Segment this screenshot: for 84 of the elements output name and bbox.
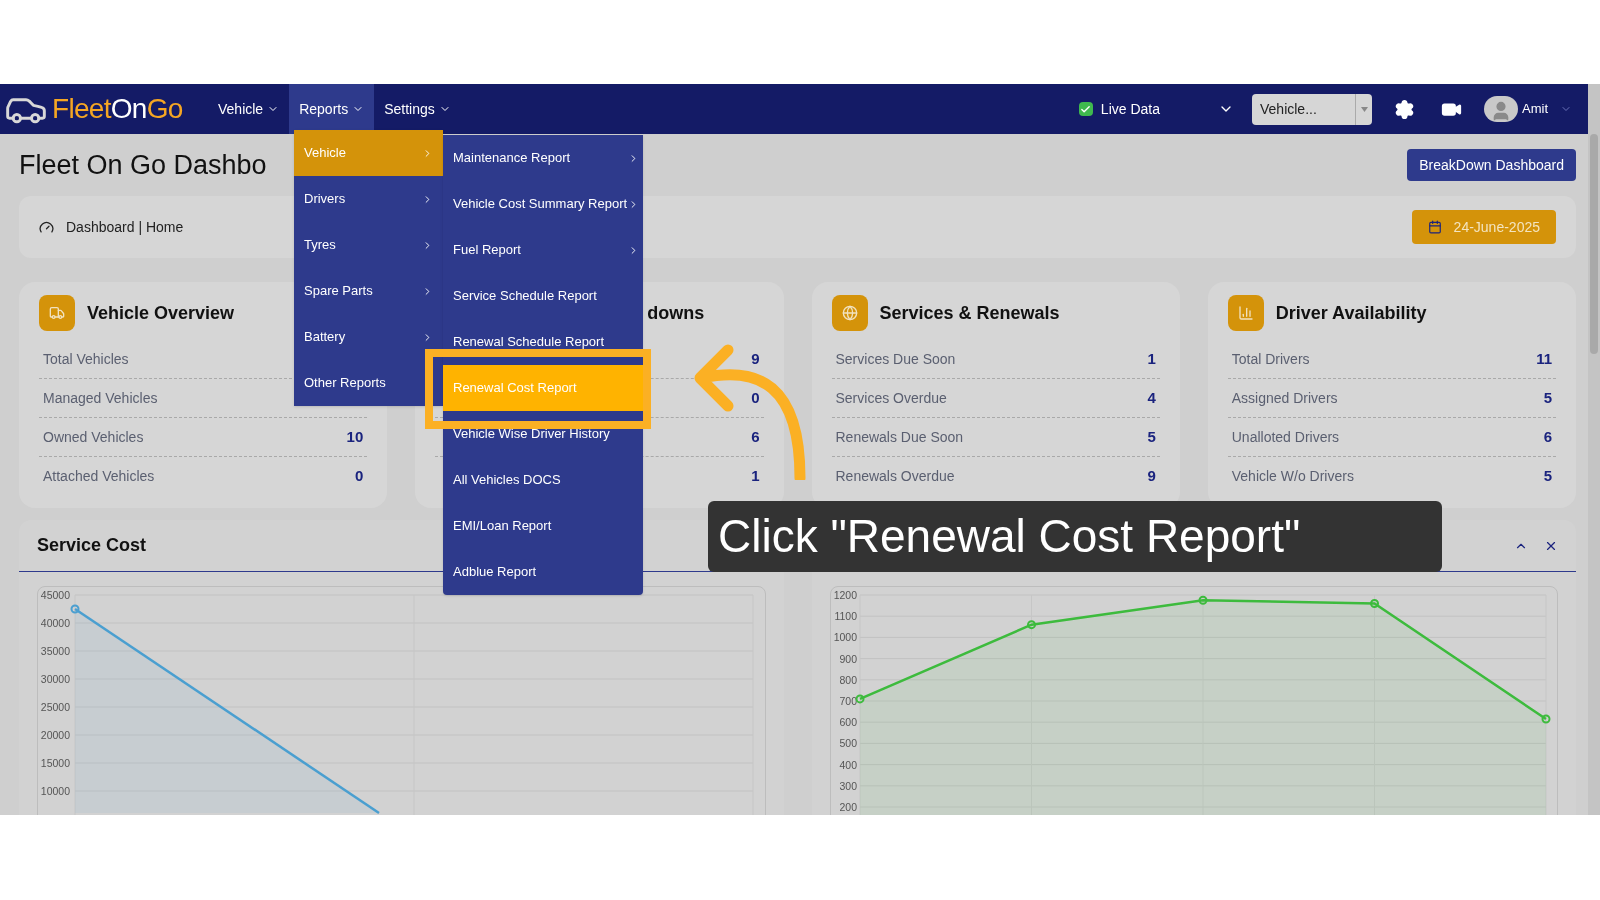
axis-tick-label: 30000 [40,673,70,685]
stat-label: Renewals Due Soon [835,427,964,447]
submenu-item[interactable]: EMI/Loan Report [443,503,643,549]
axis-tick-label: 200 [838,801,857,813]
app-logo: FleetOnGo [52,92,183,126]
card-title: downs [647,301,705,325]
stat-value: 0 [354,466,364,487]
stat-label: Attached Vehicles [43,467,155,486]
stat-label: Services Overdue [835,388,947,408]
stat-label: Managed Vehicles [43,388,158,408]
breadcrumb: Dashboard | Home [66,217,184,237]
stat-value: 1 [751,466,760,487]
card-icon [1227,295,1264,331]
scrollbar[interactable] [1588,84,1600,815]
stat-value: 5 [1543,466,1552,487]
caret-icon [1360,106,1368,112]
stat-label: Total Vehicles [43,349,129,369]
axis-tick-label: 900 [838,652,857,665]
menu-item[interactable]: Other Reports [294,360,443,406]
axis-tick-label: 700 [838,695,857,707]
axis-tick-label: 500 [838,737,857,750]
stat-value: 0 [751,387,760,408]
axis-tick-label: 15000 [40,757,70,769]
nav-menu[interactable]: Reports [289,84,375,134]
menu-item[interactable]: Drivers [294,176,443,222]
submenu-item[interactable]: All Vehicles DOCS [443,457,643,503]
menu-item[interactable]: Spare Parts [294,268,443,314]
axis-tick-label: 25000 [40,701,70,713]
submenu-item[interactable]: Fuel Report [443,227,643,273]
submenu-item[interactable]: Service Schedule Report [443,273,643,319]
submenu-item[interactable]: Vehicle Wise Driver History [443,411,643,457]
vehicle-select[interactable]: Vehicle... [1252,93,1372,125]
calendar-icon [1427,220,1442,234]
menu-item[interactable]: Battery [294,314,443,360]
stat-value: 6 [1543,426,1552,447]
stat-value: 4 [1147,387,1156,408]
submenu-item[interactable]: Vehicle Cost Summary Report [443,181,643,227]
live-data-checkbox[interactable] [1078,102,1093,116]
stat-value: 10 [346,426,364,447]
axis-tick-label: 800 [838,673,857,686]
axis-tick-label: 45000 [40,589,70,601]
user-avatar[interactable] [1484,96,1518,122]
stat-value: 6 [751,426,760,447]
nav-menu[interactable]: Vehicle [208,84,290,134]
stat-value: 9 [751,348,760,369]
page-title: Fleet On Go Dashbo [19,148,267,182]
stat-value: 5 [1543,387,1552,408]
card-icon [831,295,868,331]
stat-label: Vehicle W/o Drivers [1231,467,1354,486]
card-title: Vehicle Overview [87,301,235,325]
submenu-item[interactable]: Adblue Report [443,549,643,595]
menu-item[interactable]: Tyres [294,222,443,268]
submenu-item[interactable]: Renewal Schedule Report [443,319,643,365]
live-data-label: Live Data [1100,99,1160,119]
card-title: Services & Renewals [879,301,1060,325]
stat-label: Owned Vehicles [43,427,144,447]
stat-value: 5 [1147,426,1156,447]
axis-tick-label: 10000 [40,785,70,797]
card-icon [39,295,75,331]
chart-title: Service Cost [37,534,147,557]
stat-label: Renewals Overdue [835,467,955,486]
stat-value: 9 [1147,466,1156,487]
axis-tick-label: 300 [838,779,857,792]
stat-label: Services Due Soon [835,349,956,369]
user-name[interactable]: Amit [1522,99,1548,119]
card-title: Driver Availability [1275,301,1427,325]
axis-tick-label: 20000 [40,729,70,741]
axis-tick-label: 40000 [40,617,70,629]
submenu-item[interactable]: Maintenance Report [443,135,643,181]
axis-tick-label: 400 [838,758,857,771]
axis-tick-label: 1200 [833,589,857,601]
stat-value: 11 [1536,348,1552,369]
stat-label: Total Drivers [1231,349,1310,369]
dashboard-icon [39,219,54,235]
tutorial-caption: Click "Renewal Cost Report" [708,501,1442,572]
breakdown-dashboard-button[interactable]: BreakDown Dashboard [1407,149,1576,181]
stat-label: Assigned Drivers [1231,388,1338,408]
stat-value: 1 [1147,348,1156,369]
axis-tick-label: 35000 [40,645,70,657]
stat-label: Unalloted Drivers [1231,427,1340,447]
axis-tick-label: 600 [838,716,857,729]
axis-tick-label: 1000 [833,631,857,644]
settings-icon[interactable] [1394,98,1415,120]
axis-tick-label: 1100 [833,610,857,623]
